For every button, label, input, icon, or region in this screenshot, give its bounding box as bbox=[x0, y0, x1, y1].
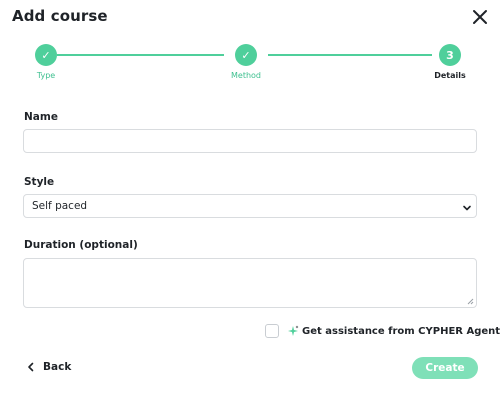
style-select[interactable]: Self paced bbox=[23, 194, 477, 218]
style-label: Style bbox=[24, 176, 55, 188]
back-button[interactable]: Back bbox=[26, 359, 71, 375]
duration-label: Duration (optional) bbox=[24, 239, 138, 251]
assist-option: Get assistance from CYPHER Agent bbox=[265, 323, 500, 339]
close-icon bbox=[473, 10, 487, 24]
style-select-value: Self paced bbox=[32, 200, 88, 212]
step-details-label: Details bbox=[434, 71, 466, 80]
create-button[interactable]: Create bbox=[412, 357, 478, 379]
close-button[interactable] bbox=[470, 7, 490, 27]
back-label: Back bbox=[43, 361, 72, 373]
name-label: Name bbox=[24, 111, 58, 123]
step-method-marker[interactable]: ✓ bbox=[235, 44, 257, 66]
stepper: ✓ Type ✓ Method 3 Details bbox=[0, 44, 500, 84]
dialog-title: Add course bbox=[12, 7, 108, 25]
step-type-marker[interactable]: ✓ bbox=[35, 44, 57, 66]
chevron-down-icon bbox=[463, 205, 471, 211]
resize-grip-icon[interactable] bbox=[467, 298, 474, 305]
step-method-label: Method bbox=[230, 71, 262, 80]
chevron-left-icon bbox=[28, 362, 34, 372]
dialog-header: Add course bbox=[12, 7, 490, 29]
assist-label[interactable]: Get assistance from CYPHER Agent bbox=[302, 326, 500, 337]
sparkle-icon bbox=[288, 325, 299, 336]
name-input[interactable] bbox=[23, 129, 477, 153]
assist-checkbox[interactable] bbox=[265, 324, 279, 338]
duration-textarea[interactable] bbox=[23, 258, 477, 308]
add-course-dialog: Add course ✓ Type ✓ Method 3 Details Nam… bbox=[0, 0, 500, 404]
step-connector bbox=[57, 54, 224, 56]
step-connector bbox=[268, 54, 432, 56]
duration-field-wrap bbox=[23, 258, 477, 308]
step-type-label: Type bbox=[36, 71, 56, 80]
step-details-marker: 3 bbox=[439, 44, 461, 66]
